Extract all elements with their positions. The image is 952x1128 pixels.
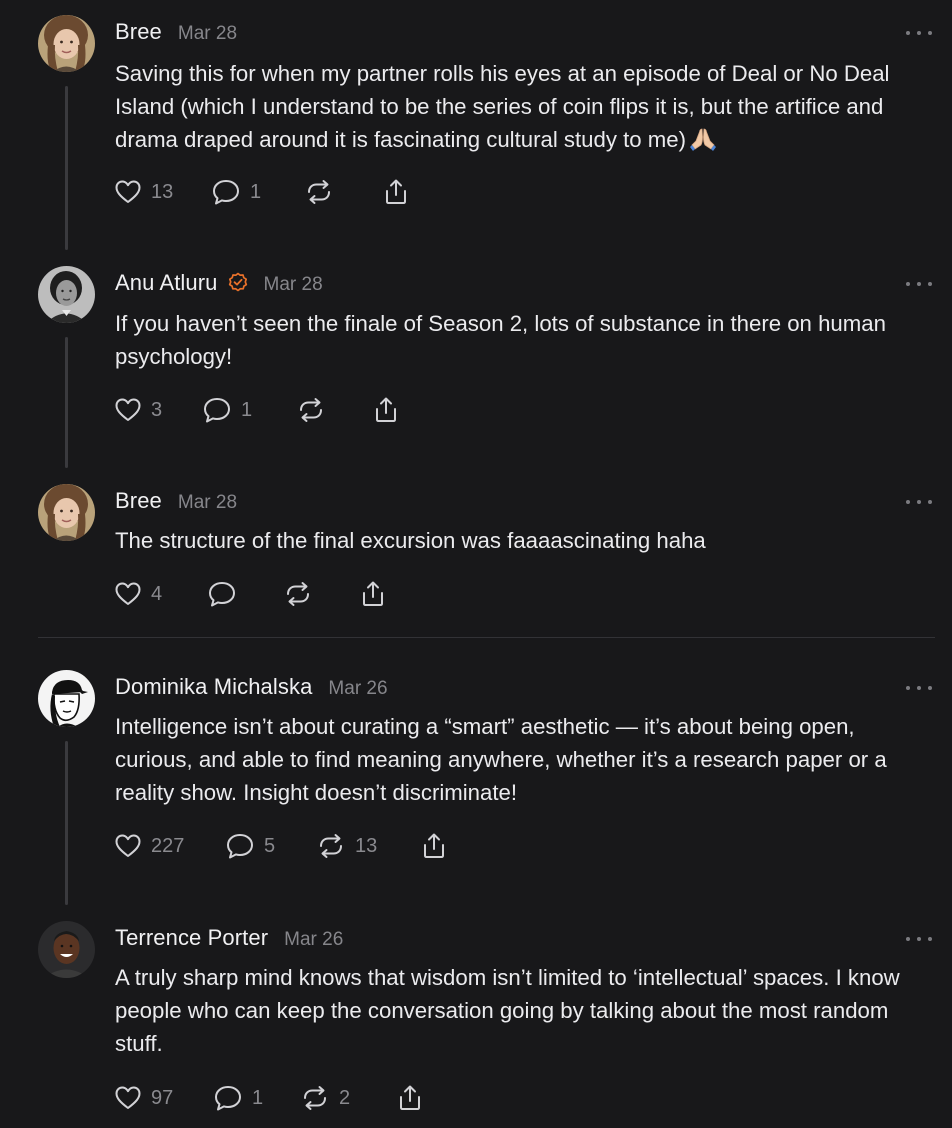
reply-button[interactable]: 1	[202, 395, 252, 425]
verified-badge-icon	[228, 272, 248, 292]
post-text-container: Saving this for when my partner rolls hi…	[115, 57, 927, 156]
author-name[interactable]: Terrence Porter	[115, 925, 268, 951]
repost-count: 2	[339, 1086, 351, 1109]
repost-button[interactable]	[296, 395, 335, 425]
like-button[interactable]: 13	[114, 177, 173, 207]
heart-icon	[115, 180, 141, 203]
repost-count: 13	[355, 834, 378, 857]
post-header: Terrence Porter Mar 26	[115, 925, 343, 951]
share-button[interactable]	[396, 1083, 424, 1113]
repost-button[interactable]	[283, 579, 322, 609]
like-button[interactable]: 97	[114, 1083, 173, 1113]
like-button[interactable]: 4	[114, 579, 162, 609]
more-dots-icon[interactable]	[906, 279, 932, 289]
share-upload-icon	[424, 833, 444, 858]
share-upload-icon	[376, 397, 396, 422]
post-text: A truly sharp mind knows that wisdom isn…	[115, 965, 900, 1056]
more-dots-icon[interactable]	[906, 934, 932, 944]
share-button[interactable]	[372, 395, 400, 425]
like-button[interactable]: 3	[114, 395, 162, 425]
like-count: 3	[151, 398, 163, 421]
post-text: If you haven’t seen the finale of Season…	[115, 311, 886, 369]
avatar[interactable]	[38, 15, 95, 72]
more-dots-icon[interactable]	[906, 683, 932, 693]
comment-bubble-icon	[204, 398, 230, 423]
heart-icon	[115, 582, 141, 605]
repost-arrows-icon	[300, 398, 322, 422]
avatar[interactable]	[38, 484, 95, 541]
heart-icon	[115, 834, 141, 857]
post-text: Saving this for when my partner rolls hi…	[115, 61, 890, 152]
post-header: Bree Mar 28	[115, 19, 237, 45]
post-header: Bree Mar 28	[115, 488, 237, 514]
reply-count: 1	[241, 398, 253, 421]
share-button[interactable]	[420, 831, 448, 861]
post-date[interactable]: Mar 28	[178, 23, 237, 45]
repost-button[interactable]: 13	[316, 831, 377, 861]
like-button[interactable]: 227	[114, 831, 184, 861]
more-dots-icon[interactable]	[906, 28, 932, 38]
avatar[interactable]	[38, 921, 95, 978]
share-upload-icon	[363, 581, 383, 606]
like-count: 4	[151, 582, 163, 605]
reply-button[interactable]	[207, 579, 246, 609]
reply-button[interactable]: 1	[211, 177, 261, 207]
reply-button[interactable]: 5	[225, 831, 275, 861]
post-date[interactable]: Mar 26	[284, 929, 343, 951]
comment-bubble-icon	[209, 582, 235, 607]
post-text: The structure of the final excursion was…	[115, 528, 706, 553]
post-header: Anu Atluru Mar 28	[115, 270, 323, 296]
author-name[interactable]: Bree	[115, 488, 162, 514]
thread-line	[65, 86, 68, 250]
reply-button[interactable]: 1	[213, 1083, 263, 1113]
heart-icon	[115, 398, 141, 421]
more-dots-icon[interactable]	[906, 497, 932, 507]
repost-arrows-icon	[320, 834, 342, 858]
reply-count: 5	[264, 834, 276, 857]
thread-divider	[38, 637, 935, 638]
post-text: Intelligence isn’t about curating a “sma…	[115, 714, 887, 805]
post-date[interactable]: Mar 26	[328, 678, 387, 700]
like-count: 97	[151, 1086, 174, 1109]
repost-arrows-icon	[308, 180, 330, 204]
post-date[interactable]: Mar 28	[178, 492, 237, 514]
heart-icon	[115, 1086, 141, 1109]
thread-line	[65, 337, 68, 468]
share-button[interactable]	[359, 579, 387, 609]
reply-count: 1	[252, 1086, 264, 1109]
like-count: 227	[151, 834, 185, 857]
repost-button[interactable]: 2	[300, 1083, 350, 1113]
share-upload-icon	[400, 1085, 420, 1110]
like-count: 13	[151, 180, 174, 203]
author-name[interactable]: Anu Atluru	[115, 270, 218, 296]
comment-bubble-icon	[215, 1086, 241, 1111]
folded-hands-emoji	[690, 125, 717, 151]
author-name[interactable]: Bree	[115, 19, 162, 45]
author-name[interactable]: Dominika Michalska	[115, 674, 312, 700]
repost-button[interactable]	[304, 177, 343, 207]
avatar[interactable]	[38, 670, 95, 727]
comment-bubble-icon	[227, 834, 253, 859]
share-button[interactable]	[382, 177, 410, 207]
avatar[interactable]	[38, 266, 95, 323]
comment-bubble-icon	[213, 180, 239, 205]
repost-arrows-icon	[287, 582, 309, 606]
reply-count: 1	[250, 180, 262, 203]
post-header: Dominika Michalska Mar 26	[115, 674, 388, 700]
thread-line	[65, 741, 68, 905]
repost-arrows-icon	[304, 1086, 326, 1110]
post-date[interactable]: Mar 28	[264, 274, 323, 296]
share-upload-icon	[386, 179, 406, 204]
